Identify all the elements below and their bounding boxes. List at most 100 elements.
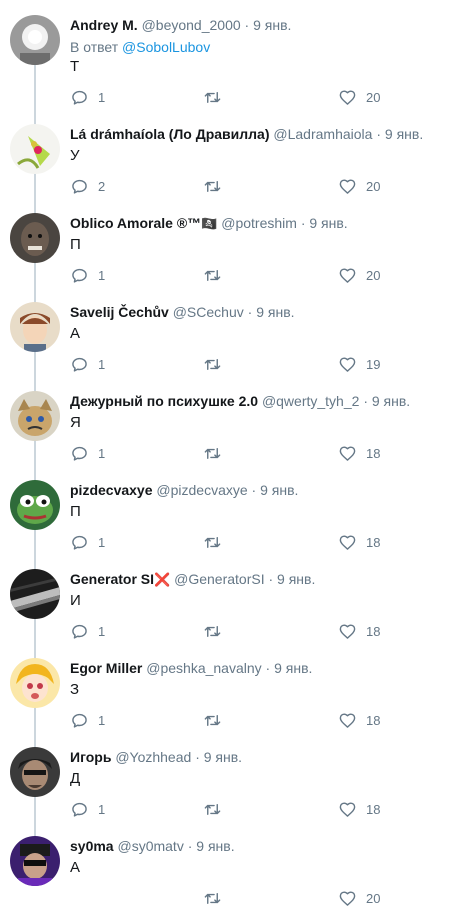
retweet-button[interactable] (203, 265, 222, 285)
author-handle[interactable]: @SCechuv (173, 304, 244, 320)
tweet-header: pizdecvaxye @pizdecvaxye · 9 янв. (70, 480, 455, 500)
author-handle[interactable]: @beyond_2000 (142, 17, 241, 33)
tweet-date[interactable]: 9 янв. (196, 838, 234, 854)
tweet-text: А (70, 859, 81, 876)
like-button[interactable]: 18 (338, 443, 380, 463)
retweet-button[interactable] (203, 354, 222, 374)
tweet-date[interactable]: 9 янв. (256, 304, 294, 320)
like-button[interactable]: 20 (338, 265, 380, 285)
reply-bubble-icon (72, 713, 87, 728)
retweet-button[interactable] (203, 532, 222, 552)
tweet[interactable]: Lá drámhaíola (Ло Дравилла) @Ladramhaiol… (0, 112, 459, 201)
author-handle[interactable]: @peshka_navalny (146, 660, 261, 676)
retweet-icon (204, 447, 221, 459)
tweet-actions: 1 18 (70, 710, 390, 730)
tweet-header: Savelij Čechův @SCechuv · 9 янв. (70, 302, 455, 322)
reply-button[interactable]: 1 (70, 443, 105, 463)
tweet[interactable]: Andrey M. @beyond_2000 · 9 янв. В ответ … (0, 0, 459, 105)
tweet-actions: 1 18 (70, 532, 390, 552)
like-button[interactable]: 20 (338, 176, 380, 196)
retweet-button[interactable] (203, 799, 222, 819)
tweet-date[interactable]: 9 янв. (385, 126, 423, 142)
tweet-date[interactable]: 9 янв. (372, 393, 410, 409)
like-count: 18 (366, 445, 381, 461)
avatar[interactable] (10, 15, 60, 65)
like-button[interactable]: 18 (338, 799, 380, 819)
tweet[interactable]: sy0ma @sy0matv · 9 янв. А 20 (0, 824, 459, 913)
tweet-date[interactable]: 9 янв. (260, 482, 298, 498)
tweet-text: И (70, 592, 81, 609)
author-name[interactable]: Oblico Amorale ®™ (70, 215, 201, 231)
author-name[interactable]: Savelij Čechův (70, 304, 169, 320)
tweet[interactable]: Дежурный по психушке 2.0 @qwerty_tyh_2 ·… (0, 379, 459, 468)
tweet-date[interactable]: 9 янв. (309, 215, 347, 231)
tweet[interactable]: Игорь @Yozhhead · 9 янв. Д 1 18 (0, 735, 459, 824)
avatar[interactable] (10, 836, 60, 886)
tweet-date[interactable]: 9 янв. (253, 17, 291, 33)
like-button[interactable]: 18 (338, 621, 380, 641)
avatar[interactable] (10, 747, 60, 797)
author-name[interactable]: Lá drámhaíola (Ло Дравилла) (70, 126, 270, 142)
avatar[interactable] (10, 658, 60, 708)
reply-button[interactable]: 1 (70, 87, 105, 107)
author-name[interactable]: Игорь (70, 749, 111, 765)
tweet-date[interactable]: 9 янв. (274, 660, 312, 676)
reply-button[interactable]: 2 (70, 176, 105, 196)
avatar[interactable] (10, 302, 60, 352)
tweet[interactable]: Generator SI❌ @GeneratorSI · 9 янв. И 1 … (0, 557, 459, 646)
like-button[interactable]: 19 (338, 354, 380, 374)
like-button[interactable]: 18 (338, 532, 380, 552)
author-name[interactable]: Дежурный по психушке 2.0 (70, 393, 258, 409)
like-button[interactable]: 18 (338, 710, 380, 730)
author-handle[interactable]: @pizdecvaxye (156, 482, 247, 498)
author-name[interactable]: Generator SI (70, 571, 154, 587)
avatar[interactable] (10, 569, 60, 619)
reply-button[interactable]: 1 (70, 799, 105, 819)
reply-count: 1 (98, 445, 106, 461)
avatar[interactable] (10, 213, 60, 263)
author-handle[interactable]: @GeneratorSI (174, 571, 264, 587)
heart-icon (339, 267, 356, 283)
author-handle[interactable]: @Yozhhead (115, 749, 191, 765)
tweet-header: Дежурный по психушке 2.0 @qwerty_tyh_2 ·… (70, 391, 455, 411)
tweet-actions: 1 18 (70, 443, 390, 463)
avatar[interactable] (10, 124, 60, 174)
heart-icon (339, 712, 356, 728)
like-button[interactable]: 20 (338, 888, 380, 908)
reply-button[interactable]: 1 (70, 265, 105, 285)
like-count: 18 (366, 534, 381, 550)
tweet[interactable]: Egor Miller @peshka_navalny · 9 янв. З 1… (0, 646, 459, 735)
retweet-button[interactable] (203, 443, 222, 463)
heart-icon (339, 801, 356, 817)
tweet-date[interactable]: 9 янв. (277, 571, 315, 587)
author-handle[interactable]: @Ladramhaiola (273, 126, 372, 142)
avatar[interactable] (10, 480, 60, 530)
author-name[interactable]: pizdecvaxye (70, 482, 153, 498)
author-name[interactable]: Egor Miller (70, 660, 142, 676)
tweet-text: Т (70, 58, 80, 75)
reply-to-link[interactable]: @SobolLubov (122, 39, 210, 55)
author-handle[interactable]: @qwerty_tyh_2 (262, 393, 359, 409)
reply-button[interactable]: 1 (70, 621, 105, 641)
tweet-header: Egor Miller @peshka_navalny · 9 янв. (70, 658, 455, 678)
reply-button[interactable]: 1 (70, 354, 105, 374)
retweet-button[interactable] (203, 888, 222, 908)
author-handle[interactable]: @potreshim (221, 215, 297, 231)
author-handle[interactable]: @sy0matv (117, 838, 183, 854)
retweet-icon (204, 269, 221, 281)
tweet[interactable]: Savelij Čechův @SCechuv · 9 янв. А 1 19 (0, 290, 459, 379)
tweet[interactable]: pizdecvaxye @pizdecvaxye · 9 янв. П 1 18 (0, 468, 459, 557)
tweet-date[interactable]: 9 янв. (204, 749, 242, 765)
reply-button[interactable]: 1 (70, 710, 105, 730)
reply-button[interactable]: 1 (70, 532, 105, 552)
retweet-button[interactable] (203, 621, 222, 641)
retweet-button[interactable] (203, 176, 222, 196)
author-name[interactable]: sy0ma (70, 838, 114, 854)
like-count: 19 (366, 356, 381, 372)
avatar[interactable] (10, 391, 60, 441)
author-name[interactable]: Andrey M. (70, 17, 138, 33)
like-button[interactable]: 20 (338, 87, 380, 107)
tweet[interactable]: Oblico Amorale ®™🏴‍☠️ @potreshim · 9 янв… (0, 201, 459, 290)
retweet-button[interactable] (203, 87, 222, 107)
retweet-button[interactable] (203, 710, 222, 730)
